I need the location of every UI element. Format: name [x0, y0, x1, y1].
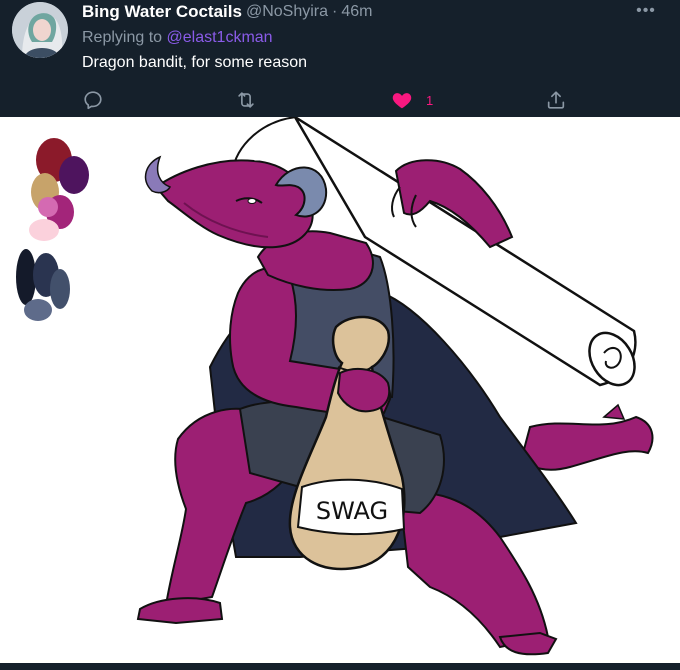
avatar-image — [12, 2, 68, 58]
share-icon — [547, 91, 565, 109]
color-palette — [16, 138, 89, 321]
dragon-bandit-drawing: SWAG — [16, 117, 654, 656]
bottom-divider — [0, 663, 680, 670]
like-button[interactable]: 1 — [391, 86, 433, 114]
separator: · — [332, 3, 338, 20]
user-handle[interactable]: @NoShyira — [246, 3, 328, 21]
more-options-icon[interactable]: ••• — [634, 2, 658, 22]
reply-context: Replying to @elast1ckman — [82, 29, 273, 47]
reply-icon — [84, 91, 102, 110]
dragon-tail — [520, 415, 654, 471]
like-count: 1 — [426, 92, 434, 108]
tweet-header: Bing Water Coctails @NoShyira · 46m — [82, 2, 372, 22]
share-button[interactable] — [545, 86, 567, 114]
bag-label: SWAG — [316, 497, 388, 525]
reply-to-handle[interactable]: @elast1ckman — [167, 29, 273, 46]
tweet-actions: 1 — [0, 86, 680, 114]
reply-button[interactable] — [82, 86, 104, 114]
tweet: Bing Water Coctails @NoShyira · 46m ••• … — [0, 0, 680, 117]
tweet-text: Dragon bandit, for some reason — [82, 54, 308, 71]
attached-image[interactable]: SWAG — [0, 117, 680, 663]
display-name[interactable]: Bing Water Coctails — [82, 2, 242, 22]
heart-icon — [392, 93, 412, 109]
retweet-icon — [238, 92, 254, 108]
reply-prefix: Replying to — [82, 29, 163, 46]
timestamp[interactable]: 46m — [341, 3, 372, 21]
avatar[interactable] — [12, 2, 68, 58]
retweet-button[interactable] — [234, 86, 258, 114]
